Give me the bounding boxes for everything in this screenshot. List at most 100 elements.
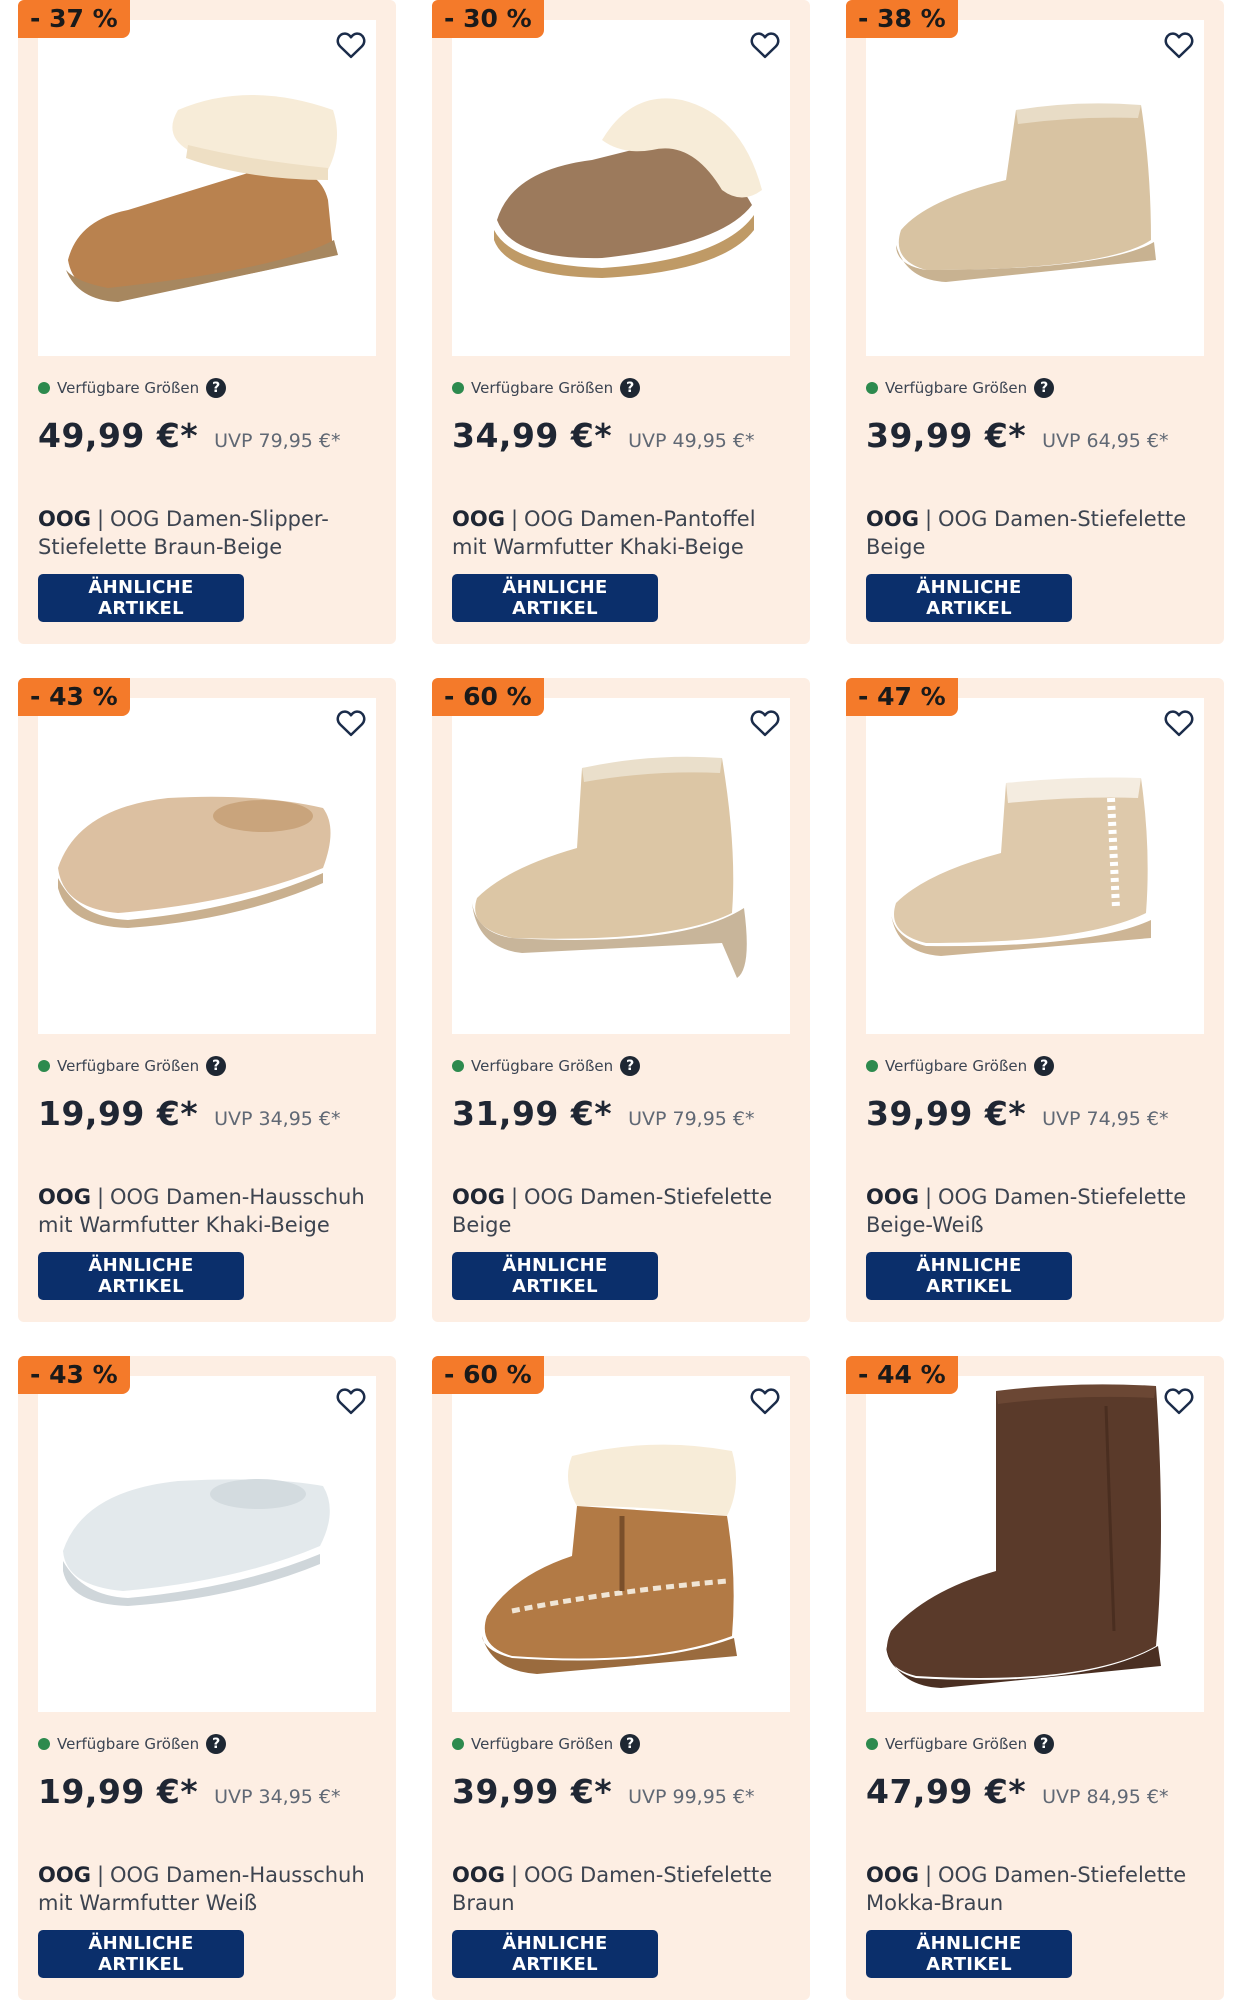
price: 39,99 €* [866, 416, 1027, 455]
heart-icon[interactable] [748, 28, 782, 62]
available-sizes: Verfügbare Größen ? [866, 1734, 1055, 1754]
title-separator: | [510, 507, 519, 531]
available-sizes-label: Verfügbare Größen [885, 1735, 1028, 1753]
help-icon[interactable]: ? [206, 1056, 227, 1076]
brand-name: OOG [866, 1863, 919, 1887]
discount-badge: - 30 % [432, 0, 544, 38]
help-icon[interactable]: ? [620, 1734, 641, 1754]
product-image[interactable] [866, 698, 1204, 1034]
help-icon[interactable]: ? [1034, 1734, 1055, 1754]
availability-dot [38, 1060, 50, 1072]
product-card[interactable]: - 37 % Verfügbare Größen ? 49,99 €* UVP … [18, 0, 396, 644]
availability-dot [866, 1738, 878, 1750]
similar-items-button[interactable]: ÄHNLICHE ARTIKEL [866, 574, 1072, 622]
uvp-price: UVP 49,95 €* [628, 430, 755, 452]
heart-icon[interactable] [334, 706, 368, 740]
heart-icon[interactable] [748, 1384, 782, 1418]
discount-badge: - 38 % [846, 0, 958, 38]
product-title[interactable]: OOG | OOG Damen-Pantoffel mit Warmfutter K… [452, 505, 792, 561]
discount-badge: - 43 % [18, 1356, 130, 1394]
product-title[interactable]: OOG | OOG Damen-Stiefelette Braun [452, 1861, 792, 1917]
available-sizes-label: Verfügbare Größen [57, 379, 200, 397]
price-row: 39,99 €* UVP 99,95 €* [452, 1772, 755, 1811]
product-card[interactable]: - 44 % Verfügbare Größen ? 47,99 €* UVP … [846, 1356, 1224, 2000]
available-sizes: Verfügbare Größen ? [452, 1734, 641, 1754]
discount-badge: - 47 % [846, 678, 958, 716]
uvp-price: UVP 34,95 €* [214, 1108, 341, 1130]
uvp-price: UVP 64,95 €* [1042, 430, 1169, 452]
price-row: 49,99 €* UVP 79,95 €* [38, 416, 341, 455]
availability-dot [38, 1738, 50, 1750]
similar-items-button[interactable]: ÄHNLICHE ARTIKEL [866, 1930, 1072, 1978]
available-sizes-label: Verfügbare Größen [885, 1057, 1028, 1075]
title-separator: | [510, 1185, 519, 1209]
similar-items-button[interactable]: ÄHNLICHE ARTIKEL [452, 1252, 658, 1300]
product-card[interactable]: - 47 % Verfügbare Größen ? 39,99 €* UVP … [846, 678, 1224, 1322]
product-title[interactable]: OOG | OOG Damen-Stiefelette Beige-Weiß [866, 1183, 1206, 1239]
available-sizes: Verfügbare Größen ? [38, 1734, 227, 1754]
brand-name: OOG [866, 1185, 919, 1209]
product-image[interactable] [866, 1376, 1204, 1712]
price-row: 19,99 €* UVP 34,95 €* [38, 1094, 341, 1133]
product-title[interactable]: OOG | OOG Damen-Stiefelette Mokka-Braun [866, 1861, 1206, 1917]
brand-name: OOG [452, 1185, 505, 1209]
uvp-price: UVP 79,95 €* [214, 430, 341, 452]
available-sizes-label: Verfügbare Größen [57, 1057, 200, 1075]
similar-items-button[interactable]: ÄHNLICHE ARTIKEL [38, 1930, 244, 1978]
price-row: 19,99 €* UVP 34,95 €* [38, 1772, 341, 1811]
price-row: 34,99 €* UVP 49,95 €* [452, 416, 755, 455]
product-image[interactable] [452, 20, 790, 356]
available-sizes-label: Verfügbare Größen [57, 1735, 200, 1753]
heart-icon[interactable] [334, 1384, 368, 1418]
uvp-price: UVP 99,95 €* [628, 1786, 755, 1808]
product-image[interactable] [452, 1376, 790, 1712]
title-separator: | [96, 507, 105, 531]
product-image[interactable] [38, 1376, 376, 1712]
product-card[interactable]: - 30 % Verfügbare Größen ? 34,99 €* UVP … [432, 0, 810, 644]
product-card[interactable]: - 60 % Verfügbare Größen ? 31,99 €* UVP … [432, 678, 810, 1322]
similar-items-button[interactable]: ÄHNLICHE ARTIKEL [452, 1930, 658, 1978]
help-icon[interactable]: ? [1034, 1056, 1055, 1076]
help-icon[interactable]: ? [206, 378, 227, 398]
product-image[interactable] [38, 20, 376, 356]
product-image[interactable] [866, 20, 1204, 356]
brand-name: OOG [452, 507, 505, 531]
similar-items-button[interactable]: ÄHNLICHE ARTIKEL [38, 574, 244, 622]
heart-icon[interactable] [748, 706, 782, 740]
heart-icon[interactable] [334, 28, 368, 62]
discount-badge: - 37 % [18, 0, 130, 38]
product-title[interactable]: OOG | OOG Damen-Hausschuh mit Warmfutter K… [38, 1183, 378, 1239]
product-title[interactable]: OOG | OOG Damen-Slipper-Stiefelette Braun-… [38, 505, 378, 561]
product-title[interactable]: OOG | OOG Damen-Hausschuh mit Warmfutter W… [38, 1861, 378, 1917]
availability-dot [452, 1060, 464, 1072]
product-card[interactable]: - 43 % Verfügbare Größen ? 19,99 €* UVP … [18, 1356, 396, 2000]
heart-icon[interactable] [1162, 1384, 1196, 1418]
similar-items-button[interactable]: ÄHNLICHE ARTIKEL [38, 1252, 244, 1300]
availability-dot [452, 382, 464, 394]
help-icon[interactable]: ? [620, 378, 641, 398]
discount-badge: - 43 % [18, 678, 130, 716]
help-icon[interactable]: ? [620, 1056, 641, 1076]
help-icon[interactable]: ? [206, 1734, 227, 1754]
price: 39,99 €* [452, 1772, 613, 1811]
product-title[interactable]: OOG | OOG Damen-Stiefelette Beige [866, 505, 1206, 561]
price: 39,99 €* [866, 1094, 1027, 1133]
availability-dot [866, 1060, 878, 1072]
product-image[interactable] [38, 698, 376, 1034]
similar-items-button[interactable]: ÄHNLICHE ARTIKEL [866, 1252, 1072, 1300]
product-card[interactable]: - 60 % Verfügbare Größen ? 39,99 €* UVP … [432, 1356, 810, 2000]
price: 19,99 €* [38, 1772, 199, 1811]
product-image[interactable] [452, 698, 790, 1034]
uvp-price: UVP 34,95 €* [214, 1786, 341, 1808]
product-title[interactable]: OOG | OOG Damen-Stiefelette Beige [452, 1183, 792, 1239]
product-card[interactable]: - 38 % Verfügbare Größen ? 39,99 €* UVP … [846, 0, 1224, 644]
help-icon[interactable]: ? [1034, 378, 1055, 398]
available-sizes-label: Verfügbare Größen [471, 379, 614, 397]
price: 49,99 €* [38, 416, 199, 455]
heart-icon[interactable] [1162, 706, 1196, 740]
uvp-price: UVP 84,95 €* [1042, 1786, 1169, 1808]
similar-items-button[interactable]: ÄHNLICHE ARTIKEL [452, 574, 658, 622]
heart-icon[interactable] [1162, 28, 1196, 62]
product-card[interactable]: - 43 % Verfügbare Größen ? 19,99 €* UVP … [18, 678, 396, 1322]
availability-dot [452, 1738, 464, 1750]
